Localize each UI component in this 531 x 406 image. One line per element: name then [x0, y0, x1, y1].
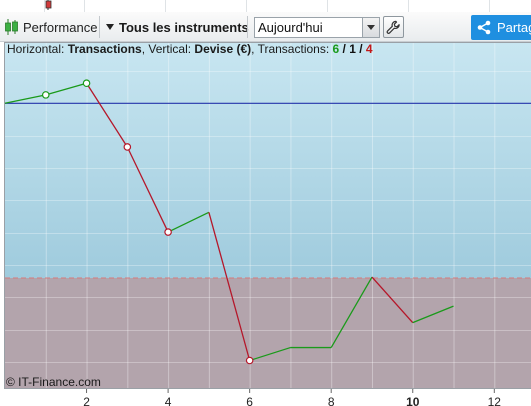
trade-marker-loss	[245, 356, 254, 365]
x-tick-label: 4	[165, 395, 172, 406]
horizontal-value: Transactions	[67, 42, 142, 56]
toolbar-separator	[247, 16, 248, 38]
vertical-value: Devise (€)	[194, 42, 252, 56]
select-arrow-icon[interactable]	[362, 18, 379, 37]
caret-down-icon	[106, 24, 114, 30]
toolbar-separator	[99, 16, 100, 38]
period-select-value: Aujourd'hui	[258, 20, 323, 35]
top-grid-strip	[0, 0, 531, 12]
share-label: Partag	[497, 20, 531, 35]
x-tick-label: 12	[488, 395, 502, 406]
trade-marker-loss	[123, 143, 132, 151]
share-icon	[477, 20, 491, 35]
share-button[interactable]: Partag	[471, 15, 531, 40]
count-separator: /	[355, 42, 366, 56]
chart-info-line: Horizontal: Transactions, Vertical: Devi…	[7, 42, 373, 56]
performance-chart[interactable]: 2 4 6 8 10 12	[0, 42, 531, 406]
losing-count: 4	[365, 42, 373, 56]
x-axis-ticks: 2 4 6 8 10 12	[83, 389, 501, 406]
trade-marker-gain	[41, 91, 50, 99]
trade-marker-gain	[82, 79, 91, 88]
profit-zone-background	[5, 43, 531, 278]
x-tick-label: 6	[246, 395, 253, 406]
candlestick-chart-icon	[5, 19, 18, 35]
x-tick-label: 10	[406, 395, 420, 406]
period-select[interactable]: Aujourd'hui	[254, 17, 380, 38]
chart-area[interactable]: 2 4 6 8 10 12	[0, 42, 531, 406]
horizontal-prefix: Horizontal:	[7, 42, 68, 56]
copyright-text: © IT-Finance.com	[6, 375, 101, 389]
candle-fragment-icon	[45, 0, 52, 10]
performance-button[interactable]: Performance	[4, 12, 97, 42]
wrench-icon	[386, 20, 400, 34]
neutral-count: 1	[349, 42, 356, 56]
instruments-dropdown[interactable]: Tous les instruments	[106, 12, 249, 42]
trade-marker-loss	[164, 228, 172, 236]
performance-label: Performance	[23, 19, 98, 35]
loss-zone-background	[5, 278, 531, 388]
x-tick-label: 8	[328, 395, 335, 406]
x-tick-label: 2	[83, 395, 90, 406]
settings-button[interactable]	[383, 16, 404, 38]
instruments-label: Tous les instruments	[119, 19, 249, 35]
count-separator: /	[339, 42, 350, 56]
transactions-prefix: , Transactions:	[251, 42, 333, 56]
vertical-prefix: , Vertical:	[141, 42, 195, 56]
